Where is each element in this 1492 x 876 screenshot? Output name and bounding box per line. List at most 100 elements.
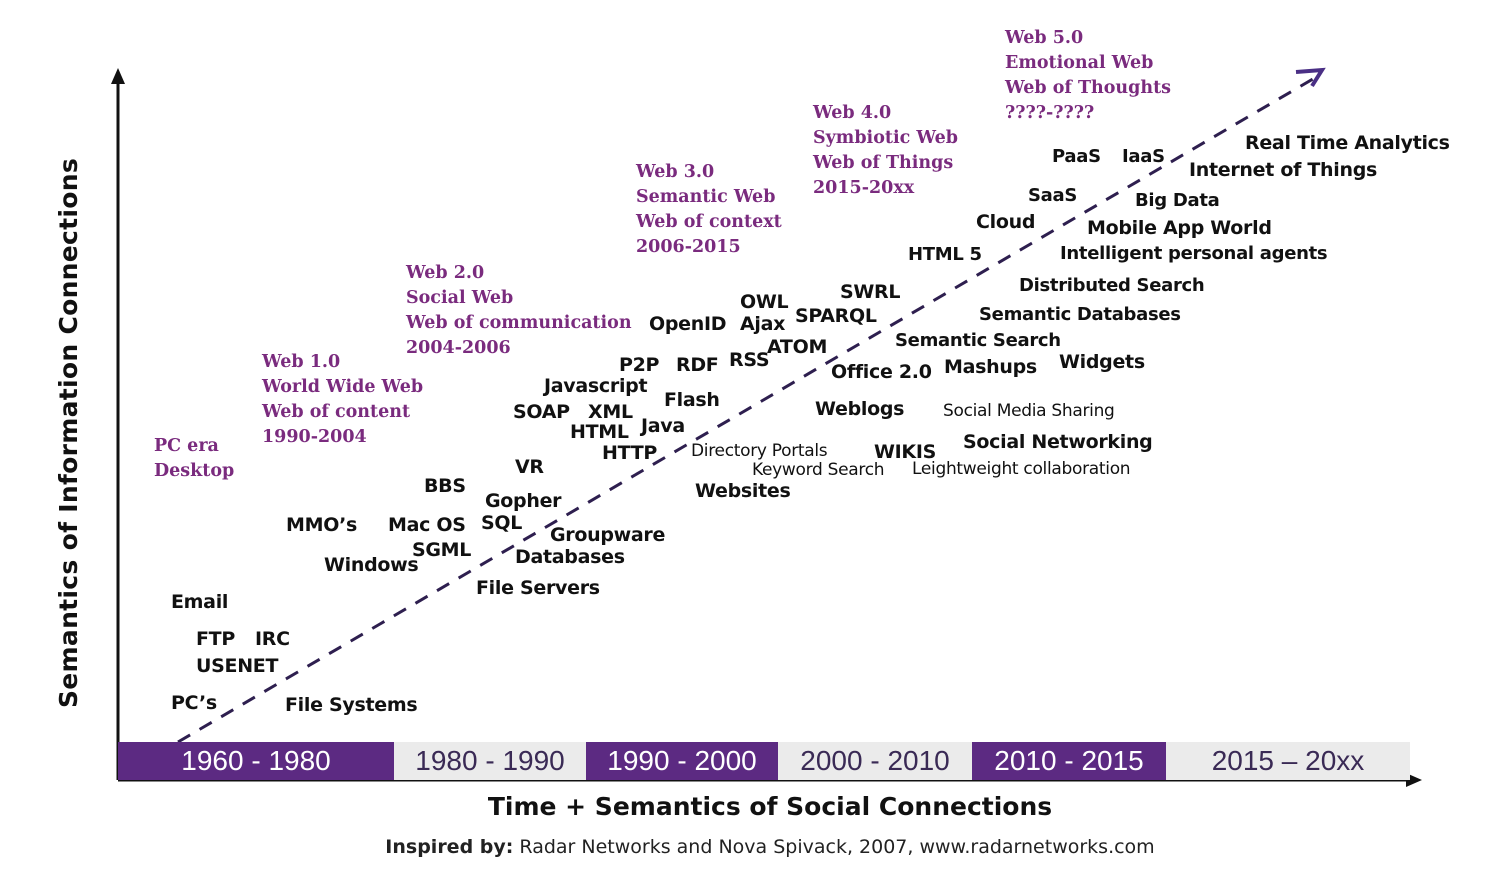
y-axis-title: Semantics of Information Connections (54, 157, 83, 708)
tech-rdf: RDF (676, 354, 719, 376)
era-line: Web of communication (406, 313, 632, 333)
tech-flash: Flash (664, 389, 720, 411)
tech-email: Email (171, 591, 229, 613)
tech-directory-portals: Directory Portals (691, 441, 828, 461)
tech-cloud: Cloud (976, 211, 1036, 233)
era-line: Emotional Web (1005, 53, 1154, 73)
tech-sparql: SPARQL (795, 305, 877, 327)
era-line: 1990-2004 (262, 427, 367, 447)
time-band-2015-20xx: 2015 – 20xx (1166, 742, 1410, 780)
tech-windows: Windows (324, 554, 419, 576)
tech-vr: VR (515, 456, 544, 478)
credit-text: Radar Networks and Nova Spivack, 2007, w… (513, 836, 1155, 858)
tech-keyword-search: Keyword Search (752, 460, 885, 480)
trend-arrowhead-icon (1295, 67, 1326, 88)
tech-p2p: P2P (619, 354, 660, 376)
time-band-label: 1990 - 2000 (607, 745, 757, 776)
era-line: Web 3.0 (636, 162, 715, 182)
tech-widgets: Widgets (1059, 351, 1145, 373)
era-line: Web 2.0 (406, 263, 485, 283)
time-band-2010-2015: 2010 - 2015 (972, 742, 1166, 780)
era-line: 2004-2006 (406, 338, 511, 358)
credit-line: Inspired by: Radar Networks and Nova Spi… (0, 836, 1492, 858)
tech-owl: OWL (740, 291, 789, 313)
tech-html: HTML (570, 421, 629, 443)
tech-openid: OpenID (649, 313, 727, 335)
era-line: Symbiotic Web (813, 128, 958, 148)
tech-websites: Websites (695, 480, 791, 502)
tech-atom: ATOM (767, 336, 828, 358)
tech-mashups: Mashups (944, 356, 1037, 378)
time-band-1980-1990: 1980 - 1990 (394, 742, 586, 780)
tech-file-servers: File Servers (476, 577, 600, 599)
era-line: Web of Things (813, 153, 954, 173)
tech-xml: XML (588, 401, 633, 423)
tech-http: HTTP (602, 442, 657, 464)
era-line: Social Web (406, 288, 514, 308)
tech-iaas: IaaS (1122, 146, 1165, 167)
tech-javascript: Javascript (544, 375, 648, 397)
tech-paas: PaaS (1052, 146, 1101, 167)
time-band-2000-2010: 2000 - 2010 (778, 742, 972, 780)
era-line: Semantic Web (636, 187, 776, 207)
tech-mmos: MMO’s (286, 514, 357, 536)
era-line: Web 5.0 (1005, 28, 1084, 48)
era-line: Desktop (154, 461, 235, 481)
time-band-1990-2000: 1990 - 2000 (586, 742, 778, 780)
tech-irc: IRC (255, 628, 290, 650)
tech-pcs: PC’s (171, 692, 217, 714)
tech-mac-os: Mac OS (388, 514, 466, 536)
credit-prefix: Inspired by: (385, 836, 514, 858)
x-axis-title: Time + Semantics of Social Connections (487, 792, 1053, 821)
era-line: 2006-2015 (636, 237, 741, 257)
era-line: World Wide Web (262, 377, 424, 397)
tech-semantic-search: Semantic Search (895, 330, 1061, 351)
era-line: Web of content (262, 402, 411, 422)
era-pc: PC era Desktop (154, 434, 234, 484)
tech-social-media-sharing: Social Media Sharing (943, 401, 1115, 421)
tech-swrl: SWRL (840, 281, 901, 303)
tech-file-systems: File Systems (285, 694, 418, 716)
tech-ajax: Ajax (740, 313, 786, 335)
era-line: Web of Thoughts (1005, 78, 1172, 98)
era-line: Web 1.0 (262, 352, 341, 372)
tech-sgml: SGML (412, 539, 472, 561)
tech-ftp: FTP (196, 628, 235, 650)
tech-saas: SaaS (1028, 185, 1078, 206)
time-band-1960-1980: 1960 - 1980 (118, 742, 394, 780)
era-web-1: Web 1.0 World Wide Web Web of content 19… (262, 350, 423, 450)
tech-distributed-search: Distributed Search (1019, 275, 1205, 296)
tech-java: Java (641, 415, 685, 437)
tech-real-time-analytics: Real Time Analytics (1245, 132, 1450, 154)
y-axis-arrowhead (111, 68, 125, 84)
era-web-2: Web 2.0 Social Web Web of communication … (406, 261, 632, 361)
tech-big-data: Big Data (1135, 190, 1220, 211)
time-band-label: 1960 - 1980 (181, 745, 331, 776)
era-web-4: Web 4.0 Symbiotic Web Web of Things 2015… (813, 101, 958, 201)
time-band-label: 2010 - 2015 (994, 745, 1144, 776)
era-web-3: Web 3.0 Semantic Web Web of context 2006… (636, 160, 782, 260)
tech-social-networking: Social Networking (963, 431, 1153, 453)
era-line: Web of context (636, 212, 782, 232)
tech-weblogs: Weblogs (815, 398, 905, 420)
era-line: ????-???? (1005, 103, 1095, 123)
tech-html5: HTML 5 (908, 244, 982, 265)
tech-sql: SQL (481, 512, 523, 534)
era-line: 2015-20xx (813, 178, 915, 198)
tech-soap: SOAP (513, 401, 570, 423)
tech-office-2: Office 2.0 (831, 361, 932, 383)
tech-mobile-app-world: Mobile App World (1087, 217, 1272, 239)
tech-bbs: BBS (424, 475, 466, 497)
tech-usenet: USENET (196, 655, 279, 677)
tech-gopher: Gopher (485, 490, 562, 512)
tech-databases: Databases (515, 546, 625, 568)
tech-lightweight-collaboration: Leightweight collaboration (912, 459, 1131, 479)
time-band-label: 2015 – 20xx (1211, 745, 1365, 776)
era-line: Web 4.0 (813, 103, 892, 123)
era-web-5: Web 5.0 Emotional Web Web of Thoughts ??… (1005, 26, 1171, 126)
time-band-label: 2000 - 2010 (800, 745, 950, 776)
time-band-label: 1980 - 1990 (415, 745, 565, 776)
tech-rss: RSS (729, 349, 770, 371)
era-line: PC era (154, 436, 219, 456)
tech-groupware: Groupware (550, 524, 666, 546)
